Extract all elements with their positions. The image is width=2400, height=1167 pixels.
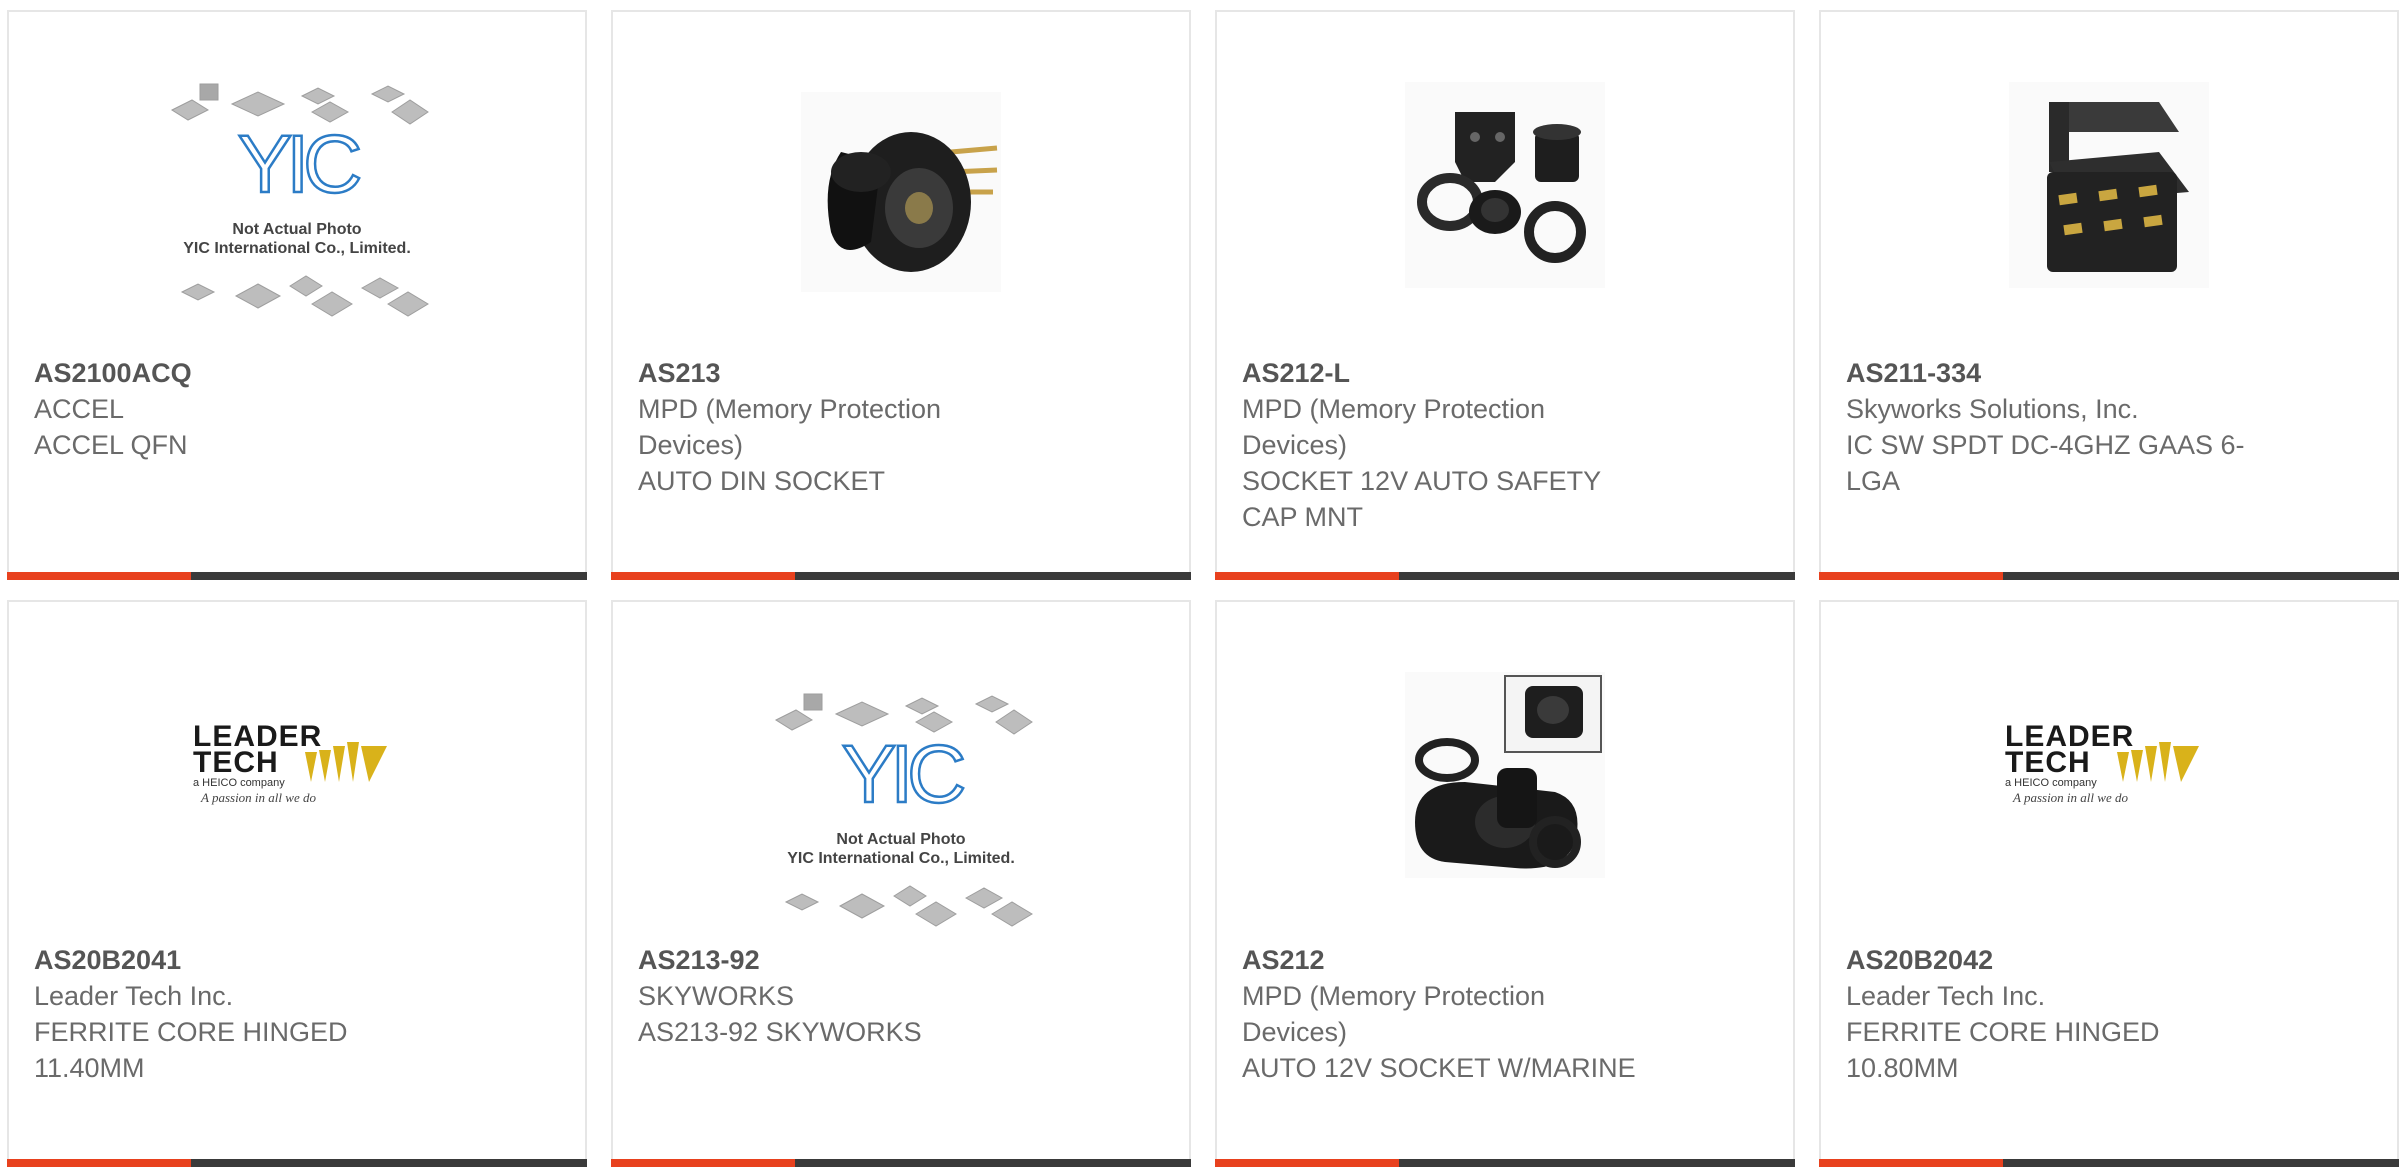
not-actual-photo-text: Not Actual Photo (232, 221, 361, 238)
product-card[interactable]: YIC Not Actual Photo YIC International C… (611, 600, 1191, 1167)
description: AUTO DIN SOCKET (638, 466, 886, 496)
card-footer-bar (1819, 1159, 2399, 1167)
leader-logo-script: A passion in all we do (200, 790, 316, 805)
product-image[interactable]: YIC Not Actual Photo YIC International C… (9, 82, 585, 332)
manufacturer: Leader Tech Inc. (1846, 981, 2046, 1011)
manufacturer: Leader Tech Inc. (34, 981, 234, 1011)
yic-logo-text: YIC (842, 729, 964, 820)
card-footer-bar (1819, 572, 2399, 580)
yic-company-text: YIC International Co., Limited. (787, 850, 1015, 867)
product-image[interactable] (1821, 82, 2397, 292)
product-card[interactable]: AS212 MPD (Memory Protection Devices) AU… (1215, 600, 1795, 1167)
description: ACCEL QFN (34, 430, 188, 460)
product-image[interactable] (613, 92, 1189, 302)
leader-logo-line2: TECH (193, 746, 279, 779)
card-footer-bar (7, 1159, 587, 1167)
yic-company-text: YIC International Co., Limited. (183, 240, 411, 257)
part-number[interactable]: AS20B2041 (34, 942, 560, 978)
product-card[interactable]: AS211-334 Skyworks Solutions, Inc. IC SW… (1819, 10, 2399, 580)
description: SOCKET 12V AUTO SAFETY CAP MNT (1242, 466, 1601, 532)
card-footer-bar (611, 572, 1191, 580)
product-image[interactable] (1217, 82, 1793, 292)
not-actual-photo-text: Not Actual Photo (836, 831, 965, 848)
yic-logo-text: YIC (238, 119, 360, 210)
yic-placeholder-image: YIC Not Actual Photo YIC International C… (170, 83, 429, 317)
description: IC SW SPDT DC-4GHZ GAAS 6-LGA (1846, 430, 2245, 496)
manufacturer: SKYWORKS (638, 981, 795, 1011)
description: FERRITE CORE HINGED 11.40MM (34, 1017, 348, 1083)
manufacturer: MPD (Memory Protection Devices) (1242, 394, 1546, 460)
part-number[interactable]: AS212-L (1242, 355, 1768, 391)
leader-logo-line2: TECH (2005, 746, 2091, 779)
card-footer-bar (1215, 1159, 1795, 1167)
part-number[interactable]: AS213 (638, 355, 1164, 391)
part-number[interactable]: AS212 (1242, 942, 1768, 978)
part-number[interactable]: AS213-92 (638, 942, 1164, 978)
description: FERRITE CORE HINGED 10.80MM (1846, 1017, 2160, 1083)
card-footer-bar (1215, 572, 1795, 580)
manufacturer: Skyworks Solutions, Inc. (1846, 394, 2139, 424)
leader-logo-tagline: a HEICO company (2005, 777, 2097, 789)
product-card[interactable]: AS212-L MPD (Memory Protection Devices) … (1215, 10, 1795, 580)
part-number[interactable]: AS20B2042 (1846, 942, 2372, 978)
product-card[interactable]: LEADER TECH a HEICO company A passion in… (7, 600, 587, 1167)
leader-tech-logo-image: LEADER TECH a HEICO company A passion in… (193, 720, 387, 805)
socket-kit-photo (1405, 82, 1605, 288)
marine-socket-photo (1405, 672, 1605, 878)
leader-tech-logo-image: LEADER TECH a HEICO company A passion in… (2005, 720, 2199, 805)
product-card[interactable]: YIC Not Actual Photo YIC International C… (7, 10, 587, 580)
manufacturer: MPD (Memory Protection Devices) (638, 394, 942, 460)
yic-placeholder-image: YIC Not Actual Photo YIC International C… (774, 693, 1033, 927)
manufacturer: ACCEL (34, 394, 125, 424)
socket-cap-photo (801, 92, 1001, 292)
description: AUTO 12V SOCKET W/MARINE (1242, 1053, 1636, 1083)
card-footer-bar (7, 572, 587, 580)
product-image[interactable]: LEADER TECH a HEICO company A passion in… (9, 712, 585, 832)
product-grid: YIC Not Actual Photo YIC International C… (0, 0, 2400, 1167)
card-footer-bar (611, 1159, 1191, 1167)
part-number[interactable]: AS211-334 (1846, 355, 2372, 391)
product-image[interactable]: YIC Not Actual Photo YIC International C… (613, 692, 1189, 942)
product-image[interactable] (1217, 672, 1793, 882)
lga-chip-photo (2009, 82, 2209, 288)
leader-logo-script: A passion in all we do (2012, 790, 2128, 805)
part-number[interactable]: AS2100ACQ (34, 355, 560, 391)
product-card[interactable]: AS213 MPD (Memory Protection Devices) AU… (611, 10, 1191, 580)
description: AS213-92 SKYWORKS (638, 1017, 922, 1047)
product-image[interactable]: LEADER TECH a HEICO company A passion in… (1821, 712, 2397, 832)
leader-logo-tagline: a HEICO company (193, 777, 285, 789)
product-card[interactable]: LEADER TECH a HEICO company A passion in… (1819, 600, 2399, 1167)
manufacturer: MPD (Memory Protection Devices) (1242, 981, 1546, 1047)
